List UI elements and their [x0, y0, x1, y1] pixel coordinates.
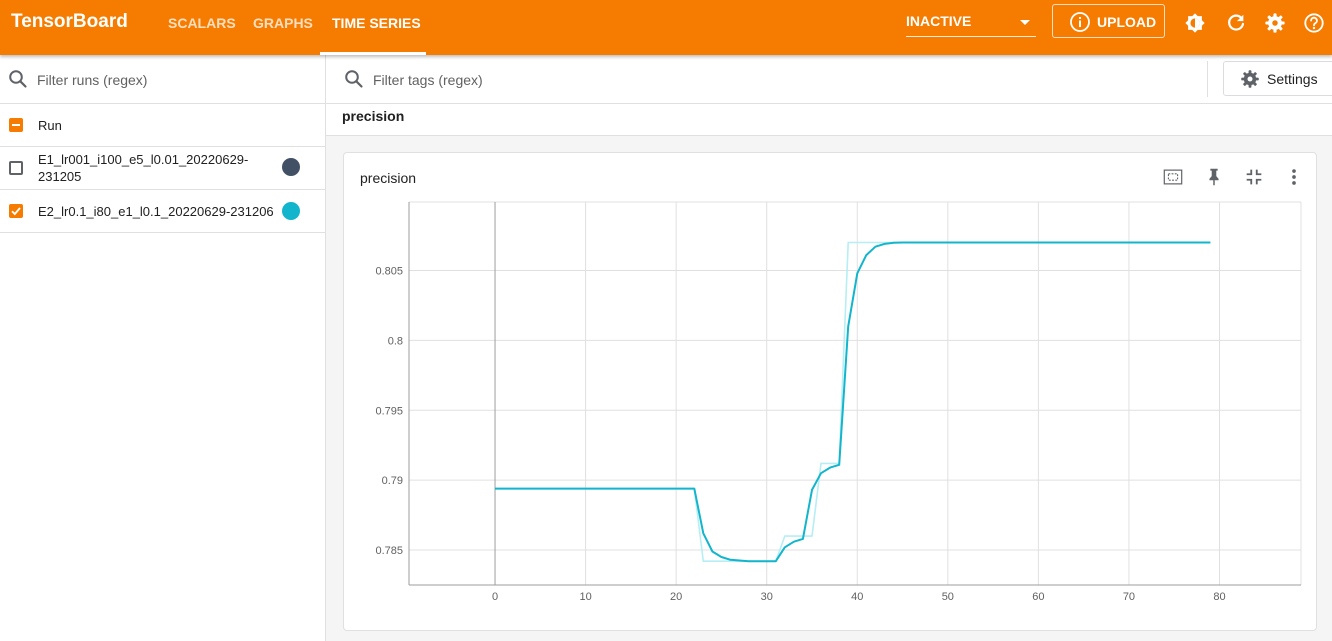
info-icon [1070, 12, 1090, 32]
chevron-down-icon [1020, 20, 1030, 25]
settings-gear-icon[interactable] [1264, 12, 1286, 34]
tab-time-series[interactable]: TIME SERIES [332, 15, 421, 31]
runs-sidebar: Run E1_lr001_i100_e5_l0.01_20220629- 231… [0, 55, 326, 641]
y-tick-label: 0.8 [388, 335, 403, 347]
scalar-card: precision 0.785 0.79 0.795 0.8 0.805 0 10 20 30 4… [343, 152, 1317, 631]
y-tick-label: 0.785 [375, 545, 403, 557]
active-tab-indicator [320, 52, 426, 55]
y-tick-label: 0.795 [375, 405, 403, 417]
precision-line-chart[interactable]: 0.785 0.79 0.795 0.8 0.805 0 10 20 30 40 50 60 70 80 [344, 153, 1316, 630]
run-row[interactable]: E1_lr001_i100_e5_l0.01_20220629- 231205 [0, 147, 325, 190]
run-name-line-1: E1_lr001_i100_e5_l0.01_20220629- [38, 152, 249, 167]
upload-label: UPLOAD [1097, 14, 1157, 30]
run-column-header: Run [38, 118, 62, 133]
tag-filter-input[interactable] [371, 68, 1175, 92]
settings-label: Settings [1267, 71, 1318, 87]
x-tick-label: 30 [761, 591, 773, 603]
runs-filter-input[interactable] [35, 68, 309, 92]
help-icon[interactable] [1303, 12, 1325, 34]
tag-filter-bar: Settings [326, 55, 1332, 104]
y-tick-label: 0.79 [382, 475, 403, 487]
select-all-checkbox[interactable] [9, 118, 23, 132]
x-tick-label: 0 [492, 591, 498, 603]
reload-state-value: INACTIVE [906, 13, 972, 29]
divider [1207, 61, 1208, 97]
y-tick-label: 0.805 [375, 265, 403, 277]
run-name: E2_lr0.1_i80_e1_l0.1_20220629-231206 [38, 204, 274, 219]
run-checkbox[interactable] [9, 161, 23, 175]
upload-button[interactable]: UPLOAD [1052, 4, 1165, 38]
indeterminate-mark-icon [12, 124, 20, 126]
x-tick-label: 70 [1123, 591, 1135, 603]
refresh-icon[interactable] [1225, 12, 1247, 34]
run-name-line-2: 231205 [38, 169, 82, 184]
x-tick-label: 10 [579, 591, 591, 603]
run-color-swatch[interactable] [282, 158, 300, 176]
run-row[interactable]: E2_lr0.1_i80_e1_l0.1_20220629-231206 [0, 190, 325, 233]
search-icon [345, 70, 363, 88]
runs-table-header: Run [0, 104, 325, 147]
gear-icon [1241, 70, 1259, 88]
run-color-swatch[interactable] [282, 202, 300, 220]
search-icon [9, 70, 27, 88]
x-tick-label: 20 [670, 591, 682, 603]
tag-group-name: precision [342, 108, 405, 124]
top-app-bar: TensorBoard SCALARS GRAPHS TIME SERIES I… [0, 0, 1332, 55]
x-tick-label: 40 [851, 591, 863, 603]
theme-toggle-icon[interactable] [1184, 12, 1206, 34]
x-tick-label: 80 [1213, 591, 1225, 603]
tab-graphs[interactable]: GRAPHS [253, 15, 313, 31]
tag-group-header[interactable]: precision [326, 104, 1332, 136]
reload-state-select[interactable]: INACTIVE [906, 13, 1036, 37]
run-name: E1_lr001_i100_e5_l0.01_20220629- 231205 [38, 151, 248, 185]
series-line-raw [495, 241, 1211, 563]
tab-scalars[interactable]: SCALARS [168, 15, 236, 31]
series-line-smoothed [495, 241, 1211, 563]
cards-area: precision precision 0.785 0.79 0.795 0.8 0.8… [326, 104, 1332, 641]
x-tick-label: 50 [942, 591, 954, 603]
settings-button[interactable]: Settings [1223, 61, 1332, 96]
run-checkbox[interactable] [9, 204, 23, 218]
app-brand[interactable]: TensorBoard [11, 11, 128, 33]
checkmark-icon [11, 207, 21, 216]
runs-filter [0, 55, 325, 104]
x-tick-label: 60 [1032, 591, 1044, 603]
